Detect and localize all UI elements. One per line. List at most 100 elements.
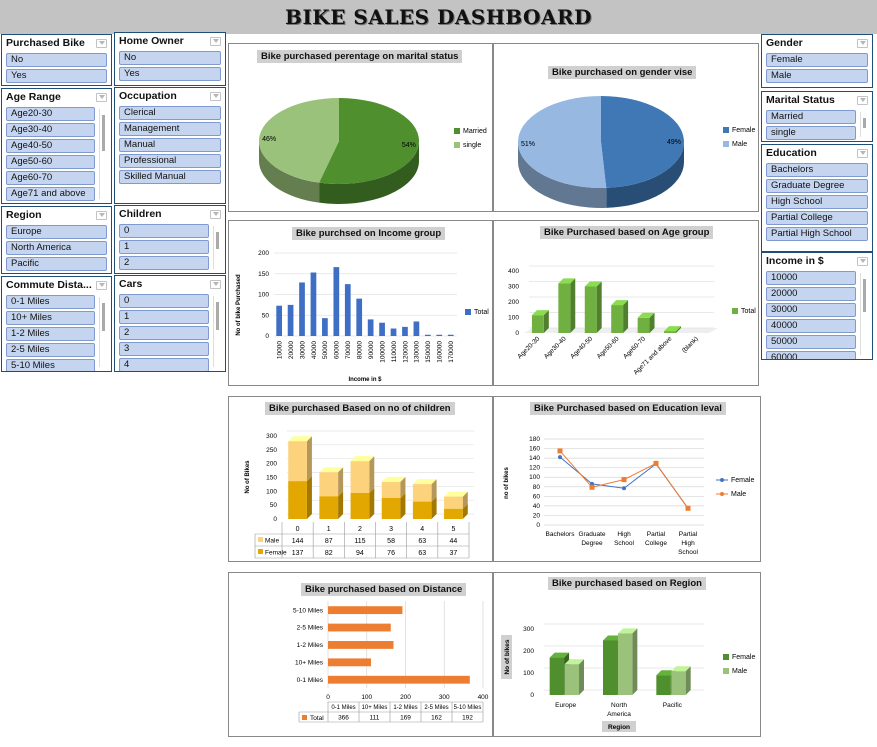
slicer-item[interactable]: 20000	[766, 287, 856, 301]
slicer-item[interactable]: Yes	[6, 69, 107, 83]
slicer-item[interactable]: 1	[119, 310, 209, 324]
slicer-item[interactable]: Pacific	[6, 257, 107, 271]
table-value-male: 44	[450, 538, 458, 545]
slicer-item[interactable]: 1-2 Miles	[6, 327, 95, 341]
y-axis-title: No of bikes	[504, 639, 511, 674]
slicer-item[interactable]: Partial High School	[766, 227, 868, 241]
slicer-item[interactable]: No	[6, 53, 107, 67]
y-tick-label: 400	[508, 268, 519, 275]
pie-data-label: 54%	[402, 142, 416, 149]
slicer-item[interactable]: Yes	[119, 67, 221, 81]
dashboard-title: BIKE SALES DASHBOARD	[285, 5, 592, 29]
slicer-item[interactable]: Partial College	[766, 211, 868, 225]
clear-filter-icon[interactable]	[857, 38, 868, 48]
slicer-item[interactable]: North America	[6, 241, 107, 255]
slicer-item[interactable]: 50000	[766, 335, 856, 349]
slicer-item[interactable]: 0	[119, 224, 209, 238]
pie-data-label: 51%	[521, 141, 535, 148]
clear-filter-icon[interactable]	[96, 92, 107, 102]
bar-male	[412, 484, 432, 502]
slicer-scrollbar[interactable]	[213, 296, 221, 367]
clear-filter-icon[interactable]	[857, 148, 868, 158]
slicer-item[interactable]: Age20-30	[6, 107, 95, 121]
clear-filter-icon[interactable]	[96, 210, 107, 220]
bar	[333, 267, 340, 336]
slicer-item[interactable]: Professional	[119, 154, 221, 168]
x-tick-label: 50000	[322, 341, 329, 359]
slicer-item[interactable]: Skilled Manual	[119, 170, 221, 184]
y-tick-label: 0-1 Miles	[297, 677, 324, 684]
table-header: 0	[296, 526, 300, 533]
slicer-header: Children	[115, 206, 225, 222]
slicer-scrollbar[interactable]	[860, 273, 868, 355]
slicer-item[interactable]: Age30-40	[6, 123, 95, 137]
bar	[379, 322, 385, 336]
slicer-item[interactable]: Married	[766, 110, 856, 124]
slicer-item[interactable]: 30000	[766, 303, 856, 317]
slicer-item[interactable]: 2-5 Miles	[6, 343, 95, 357]
distance-bar-chart: 0 100 200 300 400 5-10 Miles 2-5 Miles 1-2 Mile…	[293, 601, 489, 723]
slicer-scrollbar[interactable]	[99, 297, 107, 367]
slicer-item[interactable]: 0-1 Miles	[6, 295, 95, 309]
y-tick-label: 100	[523, 670, 534, 677]
y-tick-label: 0	[265, 333, 269, 340]
slicer-scrollbar[interactable]	[213, 226, 221, 269]
bar-male-side	[369, 456, 375, 493]
slicer-item[interactable]: single	[766, 126, 856, 140]
slicer-item[interactable]: Age60-70	[6, 171, 95, 185]
slicer-item[interactable]: 40000	[766, 319, 856, 333]
bar	[413, 321, 420, 336]
clear-filter-icon[interactable]	[96, 38, 107, 48]
slicer-scrollbar[interactable]	[99, 109, 107, 199]
x-tick-label: 20000	[288, 341, 295, 359]
slicer-item[interactable]: Clerical	[119, 106, 221, 120]
slicer-purchased-bike: Purchased Bike No Yes	[1, 34, 112, 86]
slicer-item[interactable]: 4	[119, 358, 209, 371]
slicer-item[interactable]: 10+ Miles	[6, 311, 95, 325]
slicer-item[interactable]: 5-10 Miles	[6, 359, 95, 371]
slicer-item[interactable]: No	[119, 51, 221, 65]
slicer-item[interactable]: 1	[119, 240, 209, 254]
x-tick-label: 70000	[345, 341, 352, 359]
clear-filter-icon[interactable]	[210, 91, 221, 101]
slicer-item[interactable]: Europe	[6, 225, 107, 239]
clear-filter-icon[interactable]	[210, 36, 221, 46]
slicer-item[interactable]: 2	[119, 326, 209, 340]
x-tick-label: School	[614, 540, 634, 547]
clear-filter-icon[interactable]	[210, 279, 221, 289]
clear-filter-icon[interactable]	[210, 209, 221, 219]
slicer-item[interactable]: 2	[119, 256, 209, 270]
slicer-item[interactable]: Bachelors	[766, 163, 868, 177]
slicer-scrollbar[interactable]	[860, 112, 868, 137]
slicer-item[interactable]: Age71 and above	[6, 187, 95, 201]
slicer-item[interactable]: Graduate Degree	[766, 179, 868, 193]
y-tick-label: 180	[529, 436, 540, 443]
y-tick-label: 1-2 Miles	[297, 642, 324, 649]
slicer-item[interactable]: Female	[766, 53, 868, 67]
slicer-item[interactable]: Age50-60	[6, 155, 95, 169]
clear-filter-icon[interactable]	[857, 95, 868, 105]
clear-filter-icon[interactable]	[96, 280, 107, 290]
slicer-item[interactable]: Male	[766, 69, 868, 83]
slicer-item[interactable]: High School	[766, 195, 868, 209]
table-header: 4	[420, 526, 424, 533]
slicer-item[interactable]: Manual	[119, 138, 221, 152]
slicer-item[interactable]: 10000	[766, 271, 856, 285]
y-tick-label: 120	[529, 465, 540, 472]
slicer-item[interactable]: 3	[119, 342, 209, 356]
slicer-item[interactable]: Age40-50	[6, 139, 95, 153]
x-tick-label: 170000	[448, 341, 455, 363]
slicer-item[interactable]: 60000	[766, 351, 856, 359]
legend-marker	[720, 492, 724, 496]
chart-panel-region: Bike purchased based on Region 0 100 200 30…	[493, 572, 761, 737]
slicer-item[interactable]: Management	[119, 122, 221, 136]
slicer-item[interactable]: 0	[119, 294, 209, 308]
bar	[584, 286, 597, 333]
bar-male-side	[338, 467, 344, 497]
clear-filter-icon[interactable]	[857, 256, 868, 266]
x-tick-label: 160000	[437, 341, 444, 363]
table-value-female: 37	[450, 550, 458, 557]
x-tick-label: 60000	[334, 341, 341, 359]
y-tick-label: 100	[266, 488, 277, 495]
x-tick-label: 110000	[391, 341, 398, 363]
